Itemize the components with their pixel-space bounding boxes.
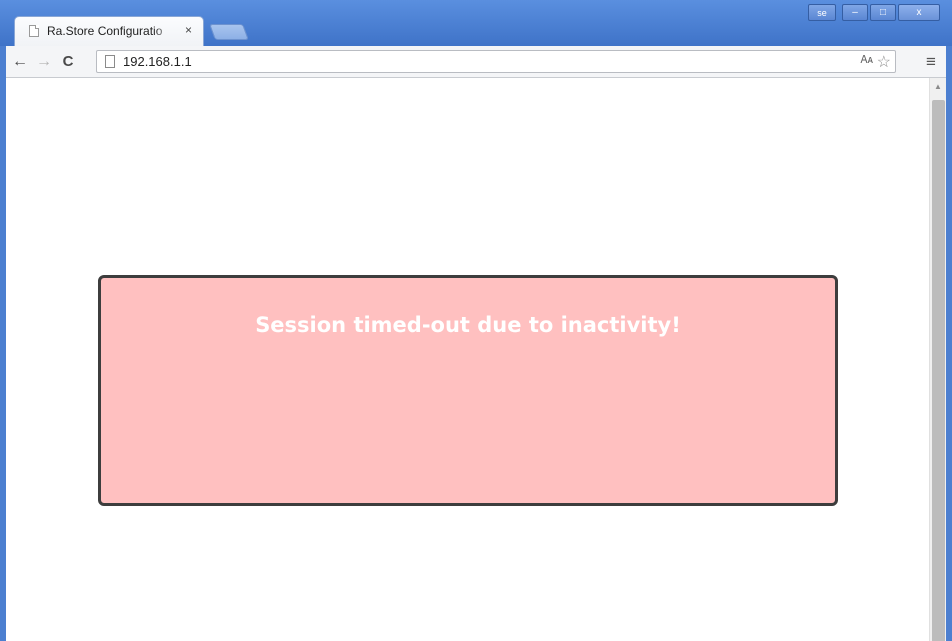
browser-window: Ra.Store Configuratio × se – □ x ← → C 1… xyxy=(0,0,952,641)
window-controls: se – □ x xyxy=(808,4,940,22)
alert-message: Session timed-out due to inactivity! xyxy=(255,313,681,337)
back-arrow-icon[interactable]: ← xyxy=(10,52,30,72)
user-profile-button[interactable]: se xyxy=(808,4,836,21)
translate-icon[interactable]: 🗛 xyxy=(861,54,873,67)
address-bar[interactable]: 192.168.1.1 🗛 ☆ xyxy=(96,50,896,73)
new-tab-button[interactable] xyxy=(209,24,249,40)
bookmark-star-icon[interactable]: ☆ xyxy=(877,52,891,72)
url-text[interactable]: 192.168.1.1 xyxy=(123,54,192,69)
tab-active[interactable]: Ra.Store Configuratio × xyxy=(14,16,204,46)
scroll-up-arrow-icon[interactable]: ▲ xyxy=(930,82,946,91)
page-viewport: Session timed-out due to inactivity! ▲ xyxy=(6,78,946,641)
scrollbar-thumb[interactable] xyxy=(932,100,945,641)
browser-toolbar: ← → C 192.168.1.1 🗛 ☆ ≡ xyxy=(6,46,946,78)
maximize-button[interactable]: □ xyxy=(870,4,896,21)
tab-title: Ra.Store Configuratio xyxy=(47,24,163,38)
menu-icon[interactable]: ≡ xyxy=(922,52,940,72)
reload-icon[interactable]: C xyxy=(58,52,78,72)
vertical-scrollbar[interactable]: ▲ xyxy=(929,78,946,641)
tab-close-icon[interactable]: × xyxy=(185,22,192,38)
close-window-button[interactable]: x xyxy=(898,4,940,21)
minimize-button[interactable]: – xyxy=(842,4,868,21)
forward-arrow-icon[interactable]: → xyxy=(34,52,54,72)
session-timeout-alert: Session timed-out due to inactivity! xyxy=(98,275,838,506)
page-icon xyxy=(29,25,39,37)
page-icon xyxy=(105,55,115,68)
tab-strip: Ra.Store Configuratio × se – □ x xyxy=(0,0,952,46)
